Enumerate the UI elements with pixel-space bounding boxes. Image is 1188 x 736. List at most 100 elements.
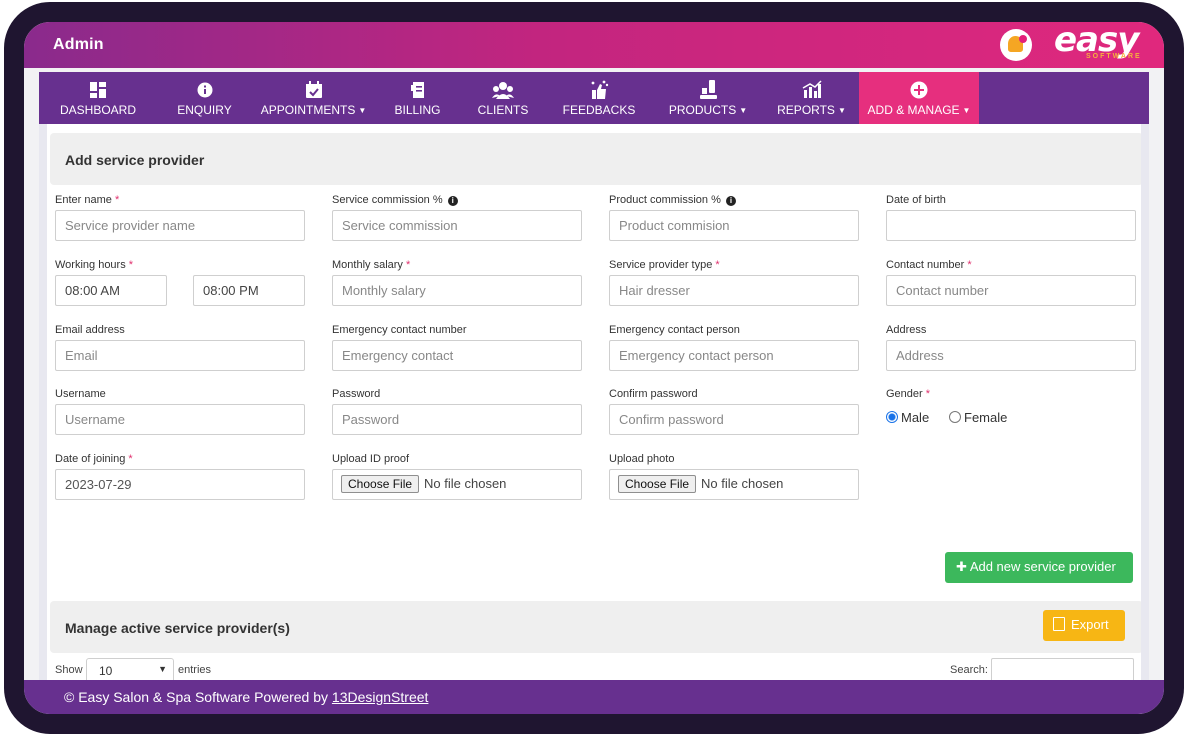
info-icon[interactable]: i: [725, 196, 736, 206]
device-bezel: Admin easy SOFTWARE DASHBOARD ENQUIRY AP…: [4, 2, 1184, 734]
nav-clients[interactable]: CLIENTS: [460, 72, 546, 124]
photo-group: Upload photo Choose File No file chosen: [609, 453, 859, 500]
name-input[interactable]: Service provider name: [55, 210, 305, 241]
nav-enquiry[interactable]: ENQUIRY: [157, 72, 252, 124]
file-status: No file chosen: [701, 476, 784, 491]
export-button[interactable]: Export: [1043, 610, 1125, 641]
search-input[interactable]: [991, 658, 1134, 680]
nav-reports[interactable]: REPORTS ▼: [764, 72, 859, 124]
chevron-down-icon: ▼: [158, 664, 167, 674]
nav-label: BILLING: [394, 103, 441, 117]
product-commission-input[interactable]: Product commision: [609, 210, 859, 241]
confirm-password-group: Confirm password Confirm password: [609, 388, 859, 435]
nav-dashboard[interactable]: DASHBOARD: [39, 72, 157, 124]
app-window: Admin easy SOFTWARE DASHBOARD ENQUIRY AP…: [24, 22, 1164, 714]
nav-add-manage[interactable]: ADD & MANAGE ▼: [859, 72, 979, 124]
gender-male-option[interactable]: Male: [886, 410, 929, 425]
nav-appointments[interactable]: APPOINTMENTS ▼: [252, 72, 375, 124]
info-icon[interactable]: i: [447, 196, 458, 206]
contact-group: Contact number * Contact number: [886, 259, 1136, 306]
gender-female-option[interactable]: Female: [949, 410, 1007, 425]
emergency-person-group: Emergency contact person Emergency conta…: [609, 324, 859, 371]
name-group: Enter name * Service provider name: [55, 194, 305, 241]
entries-label: entries: [178, 664, 212, 676]
screen-frame: Admin easy SOFTWARE DASHBOARD ENQUIRY AP…: [0, 0, 1188, 736]
email-label: Email address: [55, 324, 125, 336]
nav-label: PRODUCTS ▼: [668, 103, 748, 117]
info-icon: [197, 82, 212, 98]
plus-icon: ✚: [956, 559, 967, 574]
joining-input[interactable]: 2023-07-29: [55, 469, 305, 500]
choose-file-button[interactable]: Choose File: [341, 475, 420, 493]
id-proof-group: Upload ID proof Choose File No file chose…: [332, 453, 582, 500]
nav-feedbacks[interactable]: FEEDBACKS: [546, 72, 652, 124]
salary-input[interactable]: Monthly salary: [332, 275, 582, 306]
search-label: Search:: [950, 664, 988, 676]
entries-select[interactable]: 10 ▼: [86, 658, 174, 680]
nav-billing[interactable]: BILLING: [375, 72, 460, 124]
nav-products[interactable]: PRODUCTS ▼: [652, 72, 764, 124]
emergency-person-input[interactable]: Emergency contact person: [609, 340, 859, 371]
provider-type-input[interactable]: Hair dresser: [609, 275, 859, 306]
username-label: Username: [55, 388, 106, 400]
receipt-icon: [410, 82, 424, 98]
main-content: Add service provider Enter name * Servic…: [39, 124, 1149, 680]
file-status: No file chosen: [424, 476, 507, 491]
address-input[interactable]: Address: [886, 340, 1136, 371]
nav-label: ADD & MANAGE ▼: [867, 103, 971, 117]
id-proof-file-input[interactable]: Choose File No file chosen: [332, 469, 582, 500]
contact-label: Contact number *: [886, 259, 972, 271]
products-icon: [700, 80, 717, 99]
calendar-icon: [305, 81, 322, 98]
manage-providers-header: Manage active service provider(s): [50, 601, 1141, 653]
working-hours-from-input[interactable]: 08:00 AM: [55, 275, 167, 306]
radio-checked-icon[interactable]: [886, 411, 898, 423]
add-provider-header: Add service provider: [50, 133, 1141, 185]
email-group: Email address Email: [55, 324, 305, 371]
username-group: Username Username: [55, 388, 305, 435]
choose-file-button[interactable]: Choose File: [618, 475, 697, 493]
name-label: Enter name *: [55, 194, 120, 206]
provider-type-group: Service provider type * Hair dresser: [609, 259, 859, 306]
email-input[interactable]: Email: [55, 340, 305, 371]
nav-label: DASHBOARD: [59, 103, 136, 117]
nav-label: FEEDBACKS: [562, 103, 636, 117]
photo-file-input[interactable]: Choose File No file chosen: [609, 469, 859, 500]
footer-text: © Easy Salon & Spa Software Powered by: [64, 689, 329, 705]
dob-label: Date of birth: [886, 194, 946, 206]
file-export-icon: [1053, 617, 1065, 631]
dob-group: Date of birth: [886, 194, 1136, 241]
nav-label: CLIENTS: [477, 103, 529, 117]
show-label: Show: [55, 664, 83, 676]
dashboard-icon: [90, 82, 106, 98]
emergency-number-input[interactable]: Emergency contact: [332, 340, 582, 371]
password-group: Password Password: [332, 388, 582, 435]
section-title: Manage active service provider(s): [65, 620, 290, 636]
nav-label: APPOINTMENTS ▼: [260, 103, 367, 117]
provider-type-label: Service provider type *: [609, 259, 720, 271]
nav-label: REPORTS ▼: [777, 103, 846, 117]
users-icon: [492, 82, 514, 99]
product-commission-group: Product commission % i Product commision: [609, 194, 859, 241]
salary-group: Monthly salary * Monthly salary: [332, 259, 582, 306]
service-commission-input[interactable]: Service commission: [332, 210, 582, 241]
gender-label: Gender *: [886, 388, 931, 400]
contact-input[interactable]: Contact number: [886, 275, 1136, 306]
username-input[interactable]: Username: [55, 404, 305, 435]
radio-unchecked-icon[interactable]: [949, 411, 961, 423]
confirm-password-input[interactable]: Confirm password: [609, 404, 859, 435]
address-label: Address: [886, 324, 927, 336]
footer-link[interactable]: 13DesignStreet: [332, 689, 429, 705]
dob-input[interactable]: [886, 210, 1136, 241]
working-hours-label: Working hours *: [55, 259, 134, 271]
main-nav: DASHBOARD ENQUIRY APPOINTMENTS ▼ BILLING …: [39, 72, 1149, 124]
add-provider-button[interactable]: ✚ Add new service provider: [945, 552, 1133, 583]
emergency-number-group: Emergency contact number Emergency conta…: [332, 324, 582, 371]
notification-bell-icon[interactable]: [1000, 29, 1032, 61]
joining-label: Date of joining *: [55, 453, 133, 465]
working-hours-to-input[interactable]: 08:00 PM: [193, 275, 305, 306]
plus-circle-icon: [910, 81, 928, 99]
joining-group: Date of joining * 2023-07-29: [55, 453, 305, 500]
password-input[interactable]: Password: [332, 404, 582, 435]
thumbs-up-icon: [591, 80, 609, 99]
